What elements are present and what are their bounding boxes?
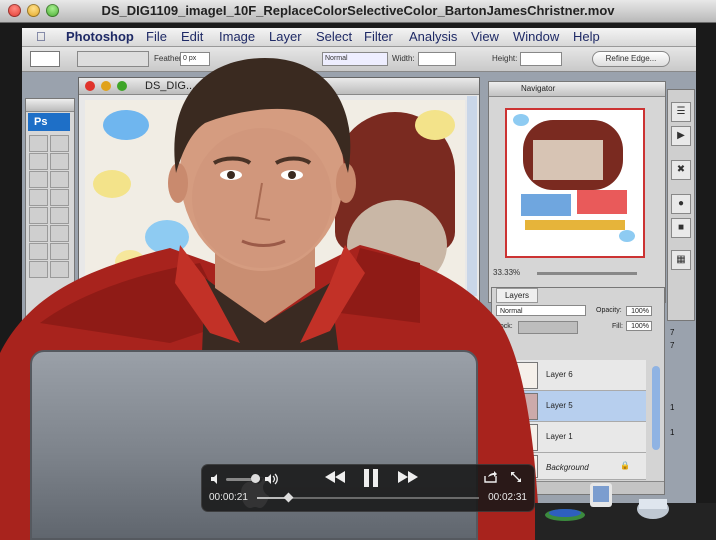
desk-items: [535, 483, 716, 540]
window-title: DS_DIG1109_imageI_10F_ReplaceColorSelect…: [101, 3, 615, 18]
video-frame[interactable]:  Photoshop File Edit Image Layer Select…: [0, 23, 716, 540]
total-time: 00:02:31: [488, 492, 527, 503]
playback-controller[interactable]: 00:00:21 00:02:31: [201, 464, 535, 512]
pause-icon[interactable]: [362, 468, 380, 488]
fullscreen-icon[interactable]: [510, 471, 522, 483]
volume-knob[interactable]: [250, 474, 260, 483]
scrubber-track[interactable]: [257, 492, 479, 503]
volume-high-icon[interactable]: [264, 473, 278, 485]
rewind-icon[interactable]: [324, 470, 346, 484]
share-icon[interactable]: [484, 471, 498, 483]
volume-low-icon[interactable]: [210, 473, 222, 485]
window-titlebar[interactable]: DS_DIG1109_imageI_10F_ReplaceColorSelect…: [0, 0, 716, 23]
playhead[interactable]: [283, 492, 294, 503]
current-time: 00:00:21: [209, 492, 248, 503]
fast-forward-icon[interactable]: [397, 470, 419, 484]
